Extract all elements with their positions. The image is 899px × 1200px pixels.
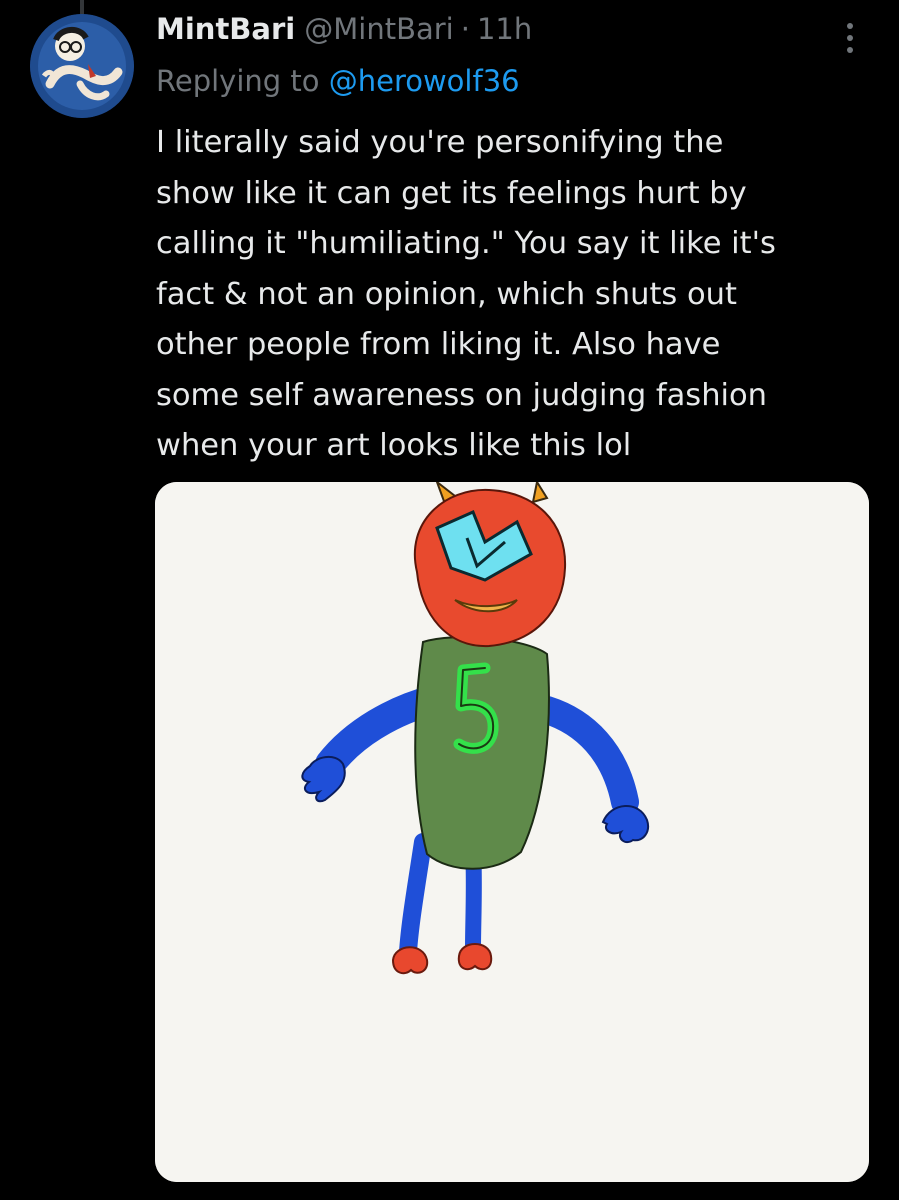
tweet-text: I literally said you're personifying the… — [156, 118, 856, 472]
timestamp[interactable]: 11h — [477, 12, 532, 46]
tweet-text-line: fact & not an opinion, which shuts out — [156, 276, 737, 312]
tweet-text-line: show like it can get its feelings hurt b… — [156, 175, 747, 211]
tweet-text-line: other people from liking it. Also have — [156, 327, 721, 362]
replying-to: Replying to @herowolf36 — [156, 64, 520, 98]
replying-mention-link[interactable]: @herowolf36 — [329, 64, 520, 98]
avatar[interactable] — [30, 14, 134, 118]
more-vertical-icon-dot-2 — [847, 35, 853, 41]
separator-dot: · — [460, 12, 470, 46]
more-options-button[interactable] — [832, 18, 868, 58]
display-name[interactable]: MintBari — [156, 12, 295, 46]
tweet-text-line: some self awareness on judging fashion — [156, 377, 767, 413]
more-vertical-icon-dot-3 — [847, 47, 853, 53]
avatar-image — [30, 14, 134, 118]
tweet-text-line: when your art looks like this lol — [156, 428, 632, 463]
replying-prefix: Replying to — [156, 64, 320, 98]
tweet-text-line: I literally said you're personifying the — [156, 125, 724, 160]
character-drawing — [155, 482, 869, 1182]
more-vertical-icon — [847, 23, 853, 29]
tweet-text-line: calling it "humiliating." You say it lik… — [156, 226, 776, 261]
user-handle[interactable]: @MintBari — [304, 12, 453, 46]
tweet-media-image[interactable] — [155, 482, 869, 1182]
tweet-header: MintBari @MintBari · 11h — [156, 12, 532, 56]
